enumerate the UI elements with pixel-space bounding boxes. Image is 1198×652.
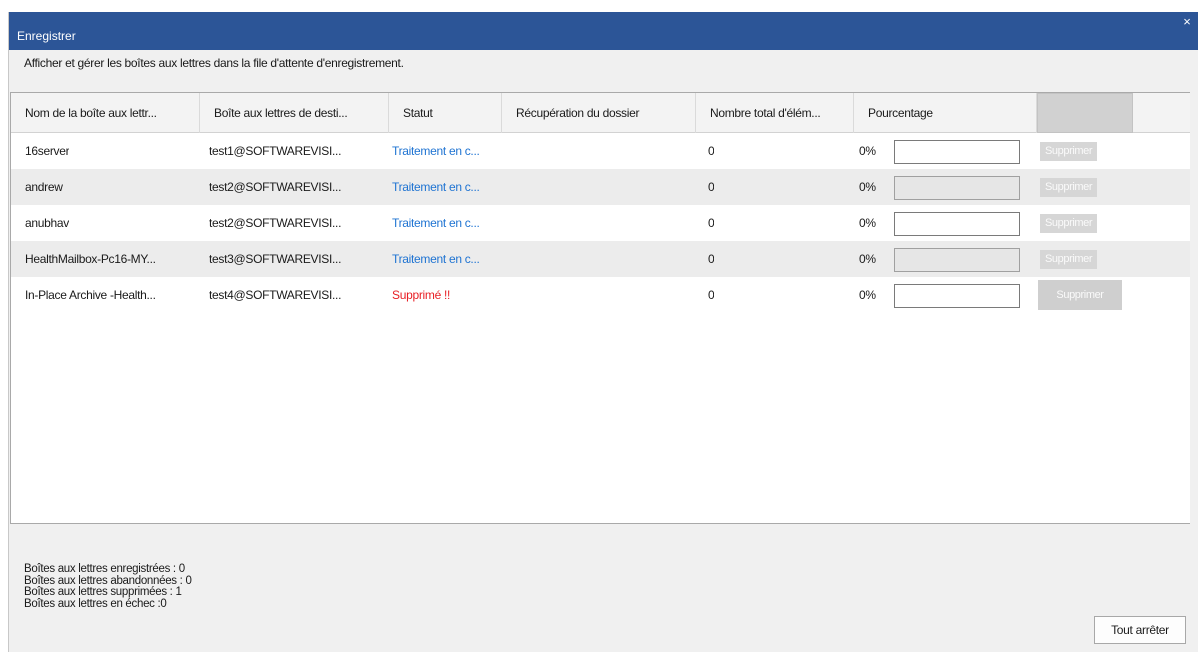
- column-header-folder-recovery[interactable]: Récupération du dossier: [502, 93, 696, 133]
- progress-bar: [894, 212, 1020, 236]
- status-cell: Traitement en c...: [392, 252, 480, 266]
- table-header: Nom de la boîte aux lettr... Boîte aux l…: [11, 93, 1190, 133]
- intro-text: Afficher et gérer les boîtes aux lettres…: [24, 56, 404, 70]
- column-header-destination[interactable]: Boîte aux lettres de desti...: [200, 93, 389, 133]
- column-header-status[interactable]: Statut: [389, 93, 502, 133]
- percentage-text: 0%: [859, 288, 876, 302]
- destination-cell: test2@SOFTWAREVISI...: [209, 216, 342, 230]
- percentage-text: 0%: [859, 252, 876, 266]
- summary-panel: Boîtes aux lettres enregistrées : 0 Boît…: [24, 563, 192, 610]
- table-row[interactable]: In-Place Archive -Health... test4@SOFTWAR…: [11, 277, 1190, 313]
- percentage-text: 0%: [859, 180, 876, 194]
- column-header-percentage[interactable]: Pourcentage: [854, 93, 1037, 133]
- total-items-cell: 0: [708, 180, 715, 194]
- mailbox-name-cell: 16server: [25, 144, 70, 158]
- progress-bar: [894, 140, 1020, 164]
- percentage-text: 0%: [859, 216, 876, 230]
- total-items-cell: 0: [708, 288, 715, 302]
- title-bar: Enregistrer ×: [9, 12, 1198, 50]
- mailbox-name-cell: In-Place Archive -Health...: [25, 288, 156, 302]
- progress-bar: [894, 284, 1020, 308]
- progress-bar: [894, 176, 1020, 200]
- status-cell: Traitement en c...: [392, 180, 480, 194]
- summary-saved: Boîtes aux lettres enregistrées : 0: [24, 563, 185, 575]
- status-cell: Traitement en c...: [392, 144, 480, 158]
- delete-button[interactable]: Supprimer: [1040, 178, 1098, 197]
- stop-all-button[interactable]: Tout arrêter: [1094, 616, 1186, 644]
- percentage-text: 0%: [859, 144, 876, 158]
- destination-cell: test4@SOFTWAREVISI...: [209, 288, 342, 302]
- close-icon[interactable]: ×: [1176, 12, 1198, 34]
- mailbox-name-cell: andrew: [25, 180, 63, 194]
- summary-failed: Boîtes aux lettres en échec :0: [24, 597, 167, 610]
- table-row[interactable]: HealthMailbox-Pc16-MY... test3@SOFTWAREVI…: [11, 241, 1190, 277]
- status-cell: Supprimé !!: [392, 288, 451, 302]
- delete-button[interactable]: Supprimer: [1038, 280, 1122, 310]
- table-row[interactable]: anubhav test2@SOFTWAREVISI... Traitement e…: [11, 205, 1190, 241]
- destination-cell: test3@SOFTWAREVISI...: [209, 252, 342, 266]
- progress-bar: [894, 248, 1020, 272]
- status-cell: Traitement en c...: [392, 216, 480, 230]
- table-row[interactable]: 16server test1@SOFTWAREVISI... Traitement …: [11, 133, 1190, 169]
- summary-deleted: Boîtes aux lettres supprimées : 1: [24, 586, 182, 598]
- total-items-cell: 0: [708, 252, 715, 266]
- table-row[interactable]: andrew test2@SOFTWAREVISI... Traitement en…: [11, 169, 1190, 205]
- destination-cell: test2@SOFTWAREVISI...: [209, 180, 342, 194]
- delete-button[interactable]: Supprimer: [1040, 142, 1098, 161]
- window-title: Enregistrer: [17, 29, 76, 43]
- total-items-cell: 0: [708, 144, 715, 158]
- column-header-total-items[interactable]: Nombre total d'élém...: [696, 93, 854, 133]
- total-items-cell: 0: [708, 216, 715, 230]
- destination-cell: test1@SOFTWAREVISI...: [209, 144, 342, 158]
- mailbox-name-cell: anubhav: [25, 216, 69, 230]
- queue-table: Nom de la boîte aux lettr... Boîte aux l…: [10, 92, 1190, 524]
- delete-button[interactable]: Supprimer: [1040, 250, 1098, 269]
- delete-button[interactable]: Supprimer: [1040, 214, 1098, 233]
- column-header-action: [1037, 93, 1133, 133]
- mailbox-name-cell: HealthMailbox-Pc16-MY...: [25, 252, 156, 266]
- column-header-mailbox-name[interactable]: Nom de la boîte aux lettr...: [11, 93, 200, 133]
